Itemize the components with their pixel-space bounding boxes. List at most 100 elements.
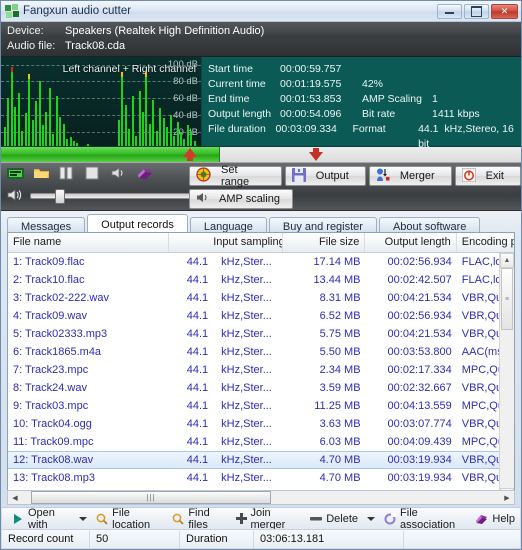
join-merger-button[interactable]: Join merger	[231, 506, 306, 531]
volume-icon[interactable]	[7, 188, 24, 204]
bit-rate-value: 1411 kbps	[432, 108, 480, 120]
column-output-length[interactable]: Output length	[365, 233, 457, 252]
amp-scaling-label: AMP scaling	[219, 193, 280, 205]
cell-size: 5.75 MB	[319, 328, 361, 340]
bottom-item-label: Open with	[28, 506, 55, 531]
table-row[interactable]: 12: Track08.wav 44.1 kHz,Ster... 4.70 MB 00:…	[8, 451, 514, 469]
stop-icon[interactable]	[85, 166, 102, 182]
maximize-button[interactable]	[464, 3, 489, 19]
waveform-bar	[10, 66, 13, 146]
column-encoding[interactable]: Encoding p	[457, 233, 514, 252]
cell-size: 3.59 MB	[319, 382, 361, 394]
help-button[interactable]: Help	[470, 509, 520, 528]
book-icon[interactable]	[137, 166, 154, 182]
waveform-bar	[173, 135, 176, 146]
open-with-button[interactable]: Open with	[8, 506, 75, 531]
file-location-button[interactable]: File location	[91, 507, 167, 531]
speaker-icon[interactable]	[111, 166, 128, 182]
waveform-bar	[193, 140, 196, 146]
cell-rate: 44.1	[186, 256, 209, 268]
amp-scaling-button[interactable]: AMP scaling	[189, 189, 293, 209]
device-label: Device:	[7, 25, 44, 37]
table-row[interactable]: 5: Track02333.mp3 44.1 kHz,Ster... 5.75 MB 0…	[8, 325, 514, 343]
table-row[interactable]: 11: Track09.mpc 44.1 kHz,Ster... 6.03 MB 00:…	[8, 433, 514, 451]
minimize-button[interactable]	[437, 3, 462, 19]
table-row[interactable]: 8: Track24.wav 44.1 kHz,Ster... 3.59 MB 00:0…	[8, 379, 514, 397]
column-file-size[interactable]: File size	[283, 233, 366, 252]
cell-name: 3: Track02-222.wav	[13, 292, 109, 304]
horizontal-scroll-thumb[interactable]: |||	[31, 491, 271, 504]
waveform-peak-cap	[121, 72, 124, 78]
dropdown-caret-icon[interactable]	[367, 516, 376, 521]
column-file-name[interactable]: File name	[8, 233, 170, 252]
target-icon	[196, 167, 211, 185]
cell-unit: kHz,Ster...	[221, 436, 272, 448]
cell-length: 00:03:07.774	[387, 418, 452, 430]
table-row[interactable]: 6: Track1865.m4a 44.1 kHz,Ster... 5.50 MB 00…	[8, 343, 514, 361]
start-time-row: Start time 00:00:59.757	[208, 62, 521, 77]
waveform-bar	[86, 144, 89, 146]
record-icon[interactable]	[7, 166, 24, 182]
file-association-button[interactable]: File association	[379, 507, 470, 531]
waveform-bar	[183, 139, 186, 146]
cell-name: 9: Track03.mpc	[13, 400, 89, 412]
dropdown-caret-icon[interactable]	[79, 516, 88, 521]
cell-size: 17.14 MB	[313, 256, 361, 268]
merger-button[interactable]: Merger	[368, 166, 452, 186]
cell-rate: 44.1	[186, 400, 209, 412]
format-rate: 44.1	[418, 123, 439, 135]
cell-size: 6.03 MB	[319, 436, 361, 448]
set-range-button[interactable]: Set range	[189, 164, 282, 188]
output-button[interactable]: Output	[284, 166, 366, 186]
cell-rate: 44.1	[186, 472, 209, 484]
app-audio-icon	[5, 4, 19, 18]
cell-length: 00:04:09.439	[387, 436, 452, 448]
device-value: Speakers (Realtek High Definition Audio)	[65, 25, 265, 37]
cell-length: 00:02:56.934	[387, 256, 452, 268]
table-row[interactable]: 3: Track02-222.wav 44.1 kHz,Ster... 8.31 MB…	[8, 289, 514, 307]
table-row[interactable]: 9: Track03.mpc 44.1 kHz,Ster... 11.25 MB 00:…	[8, 397, 514, 415]
close-button[interactable]: ✕	[491, 3, 518, 19]
seek-bar[interactable]	[1, 147, 521, 163]
magnifier-icon	[96, 513, 108, 525]
volume-slider-knob[interactable]	[55, 189, 65, 204]
start-marker-icon[interactable]	[183, 148, 197, 161]
waveform-bars	[4, 57, 201, 146]
cell-name: 11: Track09.mpc	[13, 436, 94, 448]
delete-button[interactable]: Delete	[305, 509, 363, 528]
table-row[interactable]: 1: Track09.flac 44.1 kHz,Ster... 17.14 MB 00…	[8, 253, 514, 271]
output-length-row: Output length 00:00:54.096 Bit rate 1411…	[208, 107, 521, 122]
open-folder-icon[interactable]	[33, 166, 50, 182]
waveform-bar	[52, 133, 55, 146]
waveform-bar	[169, 115, 172, 146]
table-row[interactable]: 2: Track10.flac 44.1 kHz,Ster... 13.44 MB 00…	[8, 271, 514, 289]
bottom-item-label: Join merger	[250, 506, 286, 531]
find-files-button[interactable]: Find files	[167, 507, 230, 531]
waveform-bar	[128, 128, 131, 146]
cell-length: 00:02:42.507	[387, 274, 452, 286]
waveform-bar	[66, 139, 69, 146]
scroll-left-arrow[interactable]: ◀	[8, 491, 22, 504]
table-row[interactable]: 10: Track04.ogg 44.1 kHz,Ster... 3.63 MB 00:…	[8, 415, 514, 433]
player-toolbar: Set range Output Merger Exit AMP scaling	[1, 163, 521, 211]
waveform-bar	[41, 125, 44, 146]
status-bar: Record count 50 Duration 03:06:13.181	[2, 529, 520, 548]
scroll-right-arrow[interactable]: ▶	[500, 491, 514, 504]
exit-button[interactable]: Exit	[454, 166, 521, 186]
table-row[interactable]: 7: Track23.mpc 44.1 kHz,Ster... 2.34 MB 00:0…	[8, 361, 514, 379]
pause-icon[interactable]	[59, 166, 76, 182]
horizontal-scrollbar[interactable]: ◀ ||| ▶	[7, 490, 515, 505]
table-body: 1: Track09.flac 44.1 kHz,Ster... 17.14 MB 00…	[8, 253, 514, 503]
end-marker-icon[interactable]	[309, 148, 323, 161]
horizontal-scroll-track[interactable]: |||	[22, 491, 500, 504]
output-length-value: 00:00:54.096	[280, 108, 342, 120]
table-row[interactable]: 13: Track08.mp3 44.1 kHz,Ster... 4.70 MB 00:…	[8, 469, 514, 487]
vertical-scrollbar[interactable]: ▲ ≡ ▼	[499, 253, 514, 503]
scroll-up-arrow[interactable]: ▲	[500, 253, 514, 268]
column-input-sampling[interactable]: Input sampling ...	[213, 233, 284, 252]
waveform-display[interactable]: 100 dB 80 dB 60 dB 40 dB 20 dB Left chan…	[1, 57, 202, 146]
waveform-bar	[7, 97, 10, 146]
vertical-scroll-thumb[interactable]: ≡	[501, 268, 513, 330]
cell-unit: kHz,Ster...	[221, 328, 272, 340]
table-row[interactable]: 4: Track09.wav 44.1 kHz,Ster... 6.52 MB 00:0…	[8, 307, 514, 325]
